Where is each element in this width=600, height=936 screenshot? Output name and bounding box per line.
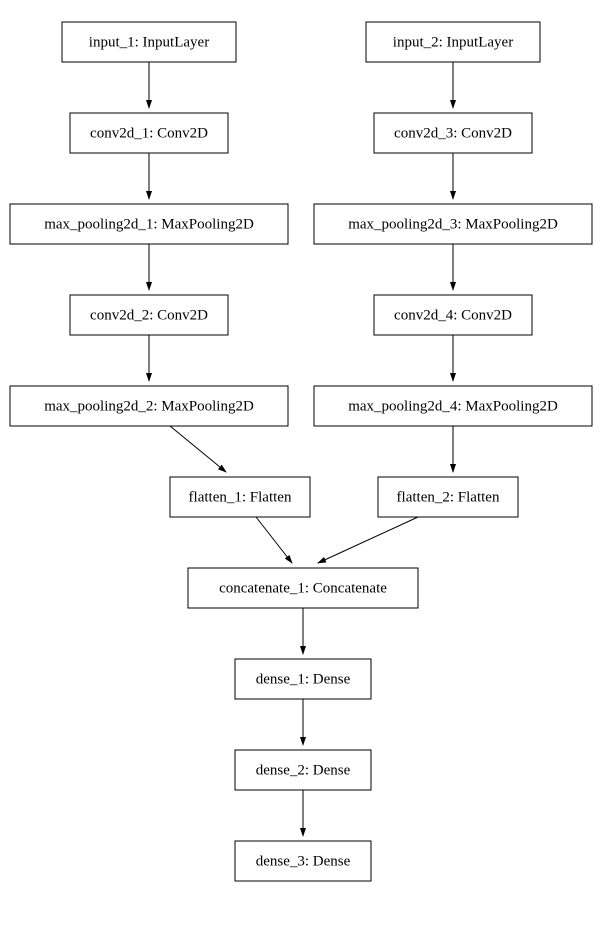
label-flatten_1: flatten_1: Flatten [189, 489, 292, 505]
node-conv2d_3: conv2d_3: Conv2D [374, 113, 532, 153]
node-flatten_2: flatten_2: Flatten [378, 477, 518, 517]
node-conv2d_4: conv2d_4: Conv2D [374, 295, 532, 335]
label-input_1: input_1: InputLayer [89, 34, 209, 50]
node-input_1: input_1: InputLayer [62, 22, 236, 62]
node-conv2d_2: conv2d_2: Conv2D [70, 295, 228, 335]
label-max_pooling2d_1: max_pooling2d_1: MaxPooling2D [44, 216, 254, 232]
label-dense_2: dense_2: Dense [256, 762, 351, 778]
label-conv2d_1: conv2d_1: Conv2D [90, 125, 208, 141]
node-dense_3: dense_3: Dense [235, 841, 371, 881]
node-dense_1: dense_1: Dense [235, 659, 371, 699]
label-conv2d_3: conv2d_3: Conv2D [394, 125, 512, 141]
label-dense_1: dense_1: Dense [256, 671, 351, 687]
node-dense_2: dense_2: Dense [235, 750, 371, 790]
node-concatenate_1: concatenate_1: Concatenate [188, 568, 418, 608]
node-flatten_1: flatten_1: Flatten [170, 477, 310, 517]
label-max_pooling2d_3: max_pooling2d_3: MaxPooling2D [348, 216, 558, 232]
node-conv2d_1: conv2d_1: Conv2D [70, 113, 228, 153]
node-max_pooling2d_4: max_pooling2d_4: MaxPooling2D [314, 386, 592, 426]
model-graph: input_1: InputLayer conv2d_1: Conv2D max… [0, 0, 600, 936]
node-input_2: input_2: InputLayer [366, 22, 540, 62]
label-flatten_2: flatten_2: Flatten [397, 489, 500, 505]
node-max_pooling2d_3: max_pooling2d_3: MaxPooling2D [314, 204, 592, 244]
label-max_pooling2d_4: max_pooling2d_4: MaxPooling2D [348, 398, 558, 414]
label-max_pooling2d_2: max_pooling2d_2: MaxPooling2D [44, 398, 254, 414]
node-max_pooling2d_1: max_pooling2d_1: MaxPooling2D [10, 204, 288, 244]
label-dense_3: dense_3: Dense [256, 853, 351, 869]
node-max_pooling2d_2: max_pooling2d_2: MaxPooling2D [10, 386, 288, 426]
label-conv2d_4: conv2d_4: Conv2D [394, 307, 512, 323]
label-concatenate_1: concatenate_1: Concatenate [219, 580, 387, 596]
label-conv2d_2: conv2d_2: Conv2D [90, 307, 208, 323]
label-input_2: input_2: InputLayer [393, 34, 513, 50]
